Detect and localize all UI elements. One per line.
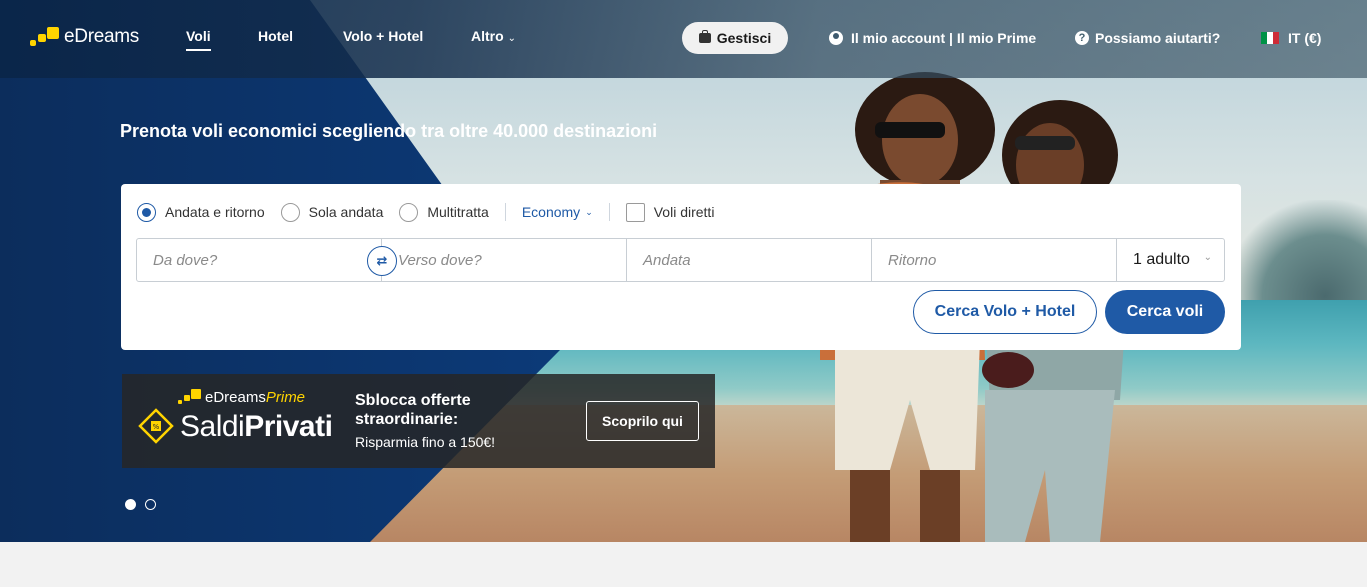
cabin-class-value: Economy	[521, 204, 581, 220]
search-options-row: Andata e ritorno Sola andata Multitratta…	[137, 201, 714, 223]
language-label: IT (€)	[1288, 30, 1322, 46]
edreams-prime-logo: eDreams Prime	[178, 388, 305, 406]
swap-airports-button[interactable]: ⇄	[367, 246, 397, 276]
radio-checked-icon	[137, 202, 156, 222]
destination-input[interactable]: Verso dove?	[382, 239, 627, 281]
prime-brand-edreams: eDreams	[205, 388, 266, 406]
flight-search-panel: Andata e ritorno Sola andata Multitratta…	[121, 184, 1241, 350]
passengers-value: 1 adulto	[1133, 251, 1190, 268]
saldi-light: Saldi	[180, 410, 245, 443]
direct-flights-checkbox[interactable]: Voli diretti	[625, 202, 715, 222]
prime-cta-button[interactable]: Scoprilo qui	[586, 401, 699, 441]
search-flight-hotel-button[interactable]: Cerca Volo + Hotel	[913, 290, 1097, 334]
trip-type-oneway-radio[interactable]: Sola andata	[280, 202, 384, 222]
manage-booking-button[interactable]: Gestisci	[682, 22, 788, 54]
nav-item-voli[interactable]: Voli	[186, 28, 211, 51]
departure-date-input[interactable]: Andata	[627, 239, 872, 281]
top-navigation: eDreams Voli Hotel Volo + Hotel Altro ⌄ G…	[0, 0, 1367, 78]
nav-item-altro-label: Altro	[471, 28, 504, 44]
help-label: Possiamo aiutarti?	[1095, 30, 1221, 46]
search-fields: Da dove? ⇄ Verso dove? Andata Ritorno 1 …	[136, 238, 1225, 282]
direct-flights-label: Voli diretti	[653, 204, 715, 220]
return-placeholder: Ritorno	[888, 251, 937, 269]
logo-mark-icon	[30, 26, 60, 48]
passengers-select[interactable]: 1 adulto ⌄	[1117, 239, 1224, 281]
logo-text: eDreams	[64, 26, 139, 47]
carousel-dot-1[interactable]	[125, 499, 136, 510]
origin-input[interactable]: Da dove? ⇄	[137, 239, 397, 281]
prime-brand-prime: Prime	[265, 388, 306, 406]
radio-unchecked-icon	[280, 202, 300, 222]
language-currency-selector[interactable]: IT (€)	[1261, 30, 1321, 46]
divider	[504, 203, 506, 221]
saldi-privati-title: SaldiPrivati	[180, 410, 333, 444]
svg-text:%: %	[153, 423, 160, 431]
nav-item-altro[interactable]: Altro ⌄	[471, 28, 516, 44]
trip-type-multicity-radio[interactable]: Multitratta	[399, 202, 489, 222]
divider	[608, 203, 610, 221]
carousel-dot-2[interactable]	[145, 499, 156, 510]
prime-promo-banner: eDreams Prime % SaldiPrivati Sblocca offe…	[122, 374, 715, 468]
trip-type-return-label: Andata e ritorno	[165, 204, 265, 220]
prime-title: Sblocca offerte straordinarie:	[355, 392, 471, 428]
prime-subtitle: Risparmia fino a 150€!	[355, 434, 496, 450]
origin-placeholder: Da dove?	[153, 251, 218, 269]
italy-flag-icon	[1261, 32, 1279, 44]
radio-unchecked-icon	[399, 202, 419, 222]
user-icon	[829, 31, 843, 45]
destination-placeholder: Verso dove?	[398, 251, 482, 269]
help-icon: ?	[1075, 31, 1089, 45]
briefcase-icon	[698, 30, 711, 43]
edreams-logo[interactable]: eDreams	[30, 26, 139, 48]
account-link[interactable]: Il mio account | Il mio Prime	[829, 30, 1036, 46]
hero-headline: Prenota voli economici scegliendo tra ol…	[120, 121, 658, 141]
return-date-input[interactable]: Ritorno	[872, 239, 1117, 281]
nav-item-volo-hotel[interactable]: Volo + Hotel	[343, 28, 423, 44]
chevron-down-icon: ⌄	[1203, 252, 1212, 263]
departure-placeholder: Andata	[643, 251, 691, 269]
search-flights-button[interactable]: Cerca voli	[1105, 290, 1225, 334]
carousel-dots	[125, 499, 165, 510]
cabin-class-select[interactable]: Economy ⌄	[522, 204, 593, 220]
saldi-bold: Privati	[244, 410, 333, 443]
checkbox-icon	[625, 202, 645, 222]
trip-type-multicity-label: Multitratta	[427, 204, 489, 220]
help-link[interactable]: ? Possiamo aiutarti?	[1075, 30, 1220, 46]
manage-label: Gestisci	[716, 30, 772, 46]
trip-type-oneway-label: Sola andata	[308, 204, 384, 220]
swap-arrows-icon: ⇄	[376, 253, 388, 268]
chevron-down-icon: ⌄	[585, 206, 593, 217]
chevron-down-icon: ⌄	[507, 33, 517, 44]
account-label: Il mio account | Il mio Prime	[851, 30, 1037, 46]
nav-item-hotel[interactable]: Hotel	[258, 28, 293, 44]
logo-mark-icon	[178, 388, 202, 406]
discount-tag-icon: %	[138, 408, 174, 444]
trip-type-return-radio[interactable]: Andata e ritorno	[137, 202, 265, 222]
